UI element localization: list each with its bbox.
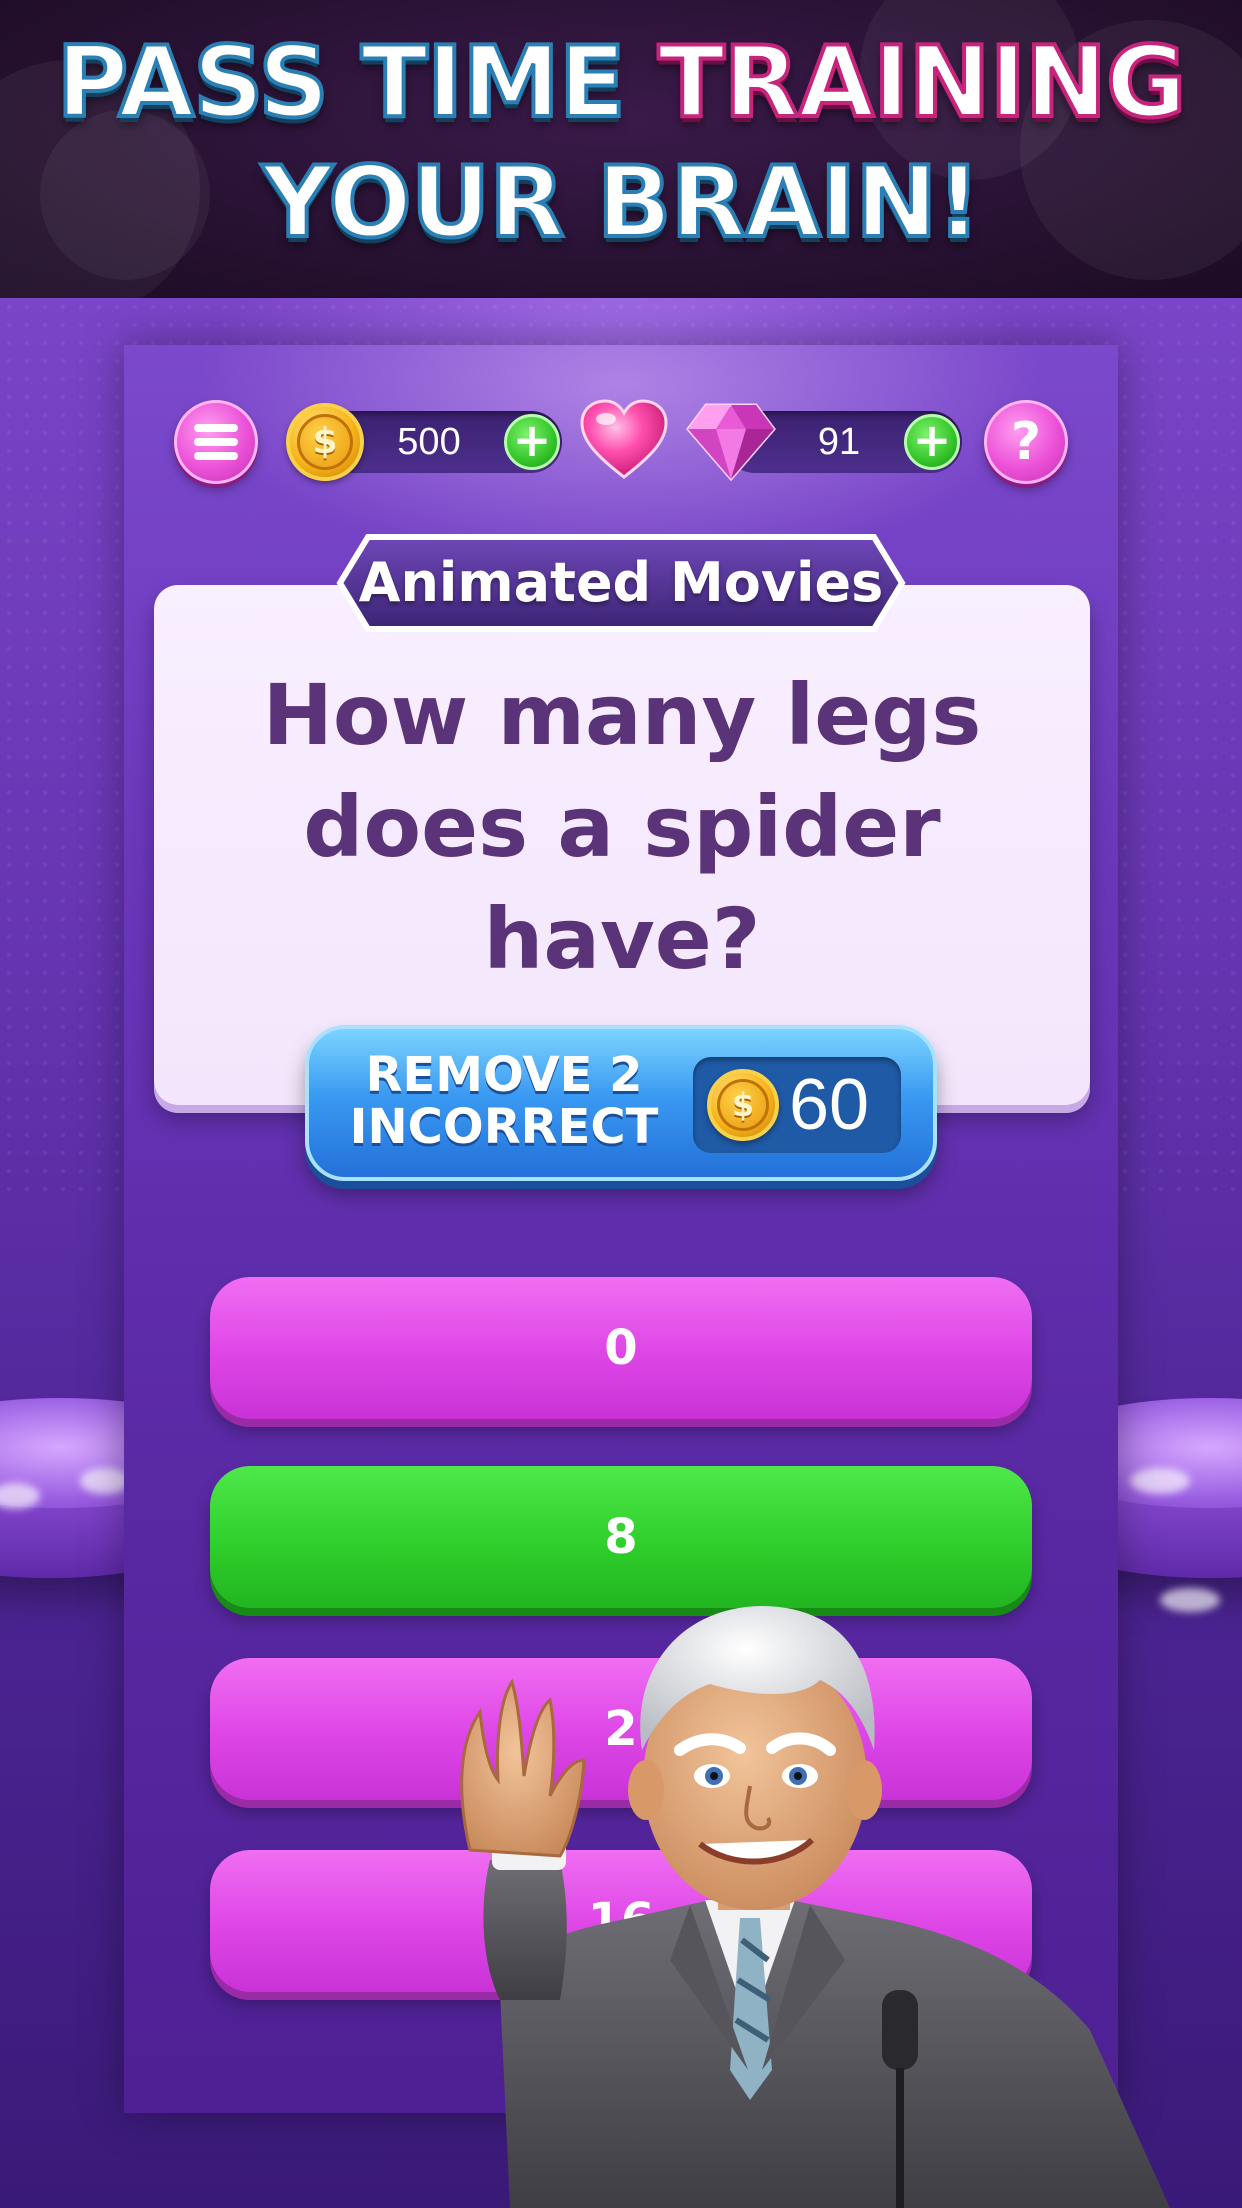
lifeline-cost: $ 60 bbox=[693, 1057, 901, 1153]
coin-symbol: $ bbox=[297, 414, 353, 470]
add-coins-button[interactable]: + bbox=[504, 414, 560, 470]
banner-headline-part-1: PASS TIME bbox=[54, 24, 658, 142]
gems-value: 91 bbox=[817, 421, 861, 463]
game-host-illustration bbox=[460, 1606, 1170, 2208]
heart-icon bbox=[580, 399, 668, 479]
menu-icon bbox=[194, 424, 238, 460]
help-icon: ? bbox=[1010, 412, 1042, 472]
coin-symbol: $ bbox=[717, 1079, 769, 1131]
banner-headline-line-1: PASS TIME TRAINING bbox=[0, 24, 1242, 142]
answer-option-2-correct[interactable]: 8 bbox=[210, 1466, 1032, 1608]
banner-headline-line-2: YOUR BRAIN! bbox=[260, 144, 983, 262]
gem-icon bbox=[686, 403, 776, 482]
promo-banner: PASS TIME TRAINING YOUR BRAIN! bbox=[0, 0, 1242, 298]
coin-icon: $ bbox=[286, 403, 364, 481]
banner-headline-part-2: TRAINING bbox=[656, 24, 1189, 142]
lifeline-label: REMOVE 2 INCORRECT bbox=[349, 1047, 659, 1155]
answer-option-1[interactable]: 0 bbox=[210, 1277, 1032, 1419]
remove-two-incorrect-button[interactable]: REMOVE 2 INCORRECT $ 60 bbox=[305, 1025, 937, 1181]
coin-icon: $ bbox=[707, 1069, 779, 1141]
lifeline-price: 60 bbox=[789, 1065, 870, 1145]
menu-button[interactable] bbox=[174, 400, 258, 484]
category-tab: Animated Movies bbox=[336, 533, 906, 633]
add-gems-button[interactable]: + bbox=[904, 414, 960, 470]
coins-value: 500 bbox=[397, 421, 461, 463]
category-label: Animated Movies bbox=[358, 551, 884, 614]
question-text: How many legs does a spider have? bbox=[262, 666, 982, 988]
help-button[interactable]: ? bbox=[984, 400, 1068, 484]
